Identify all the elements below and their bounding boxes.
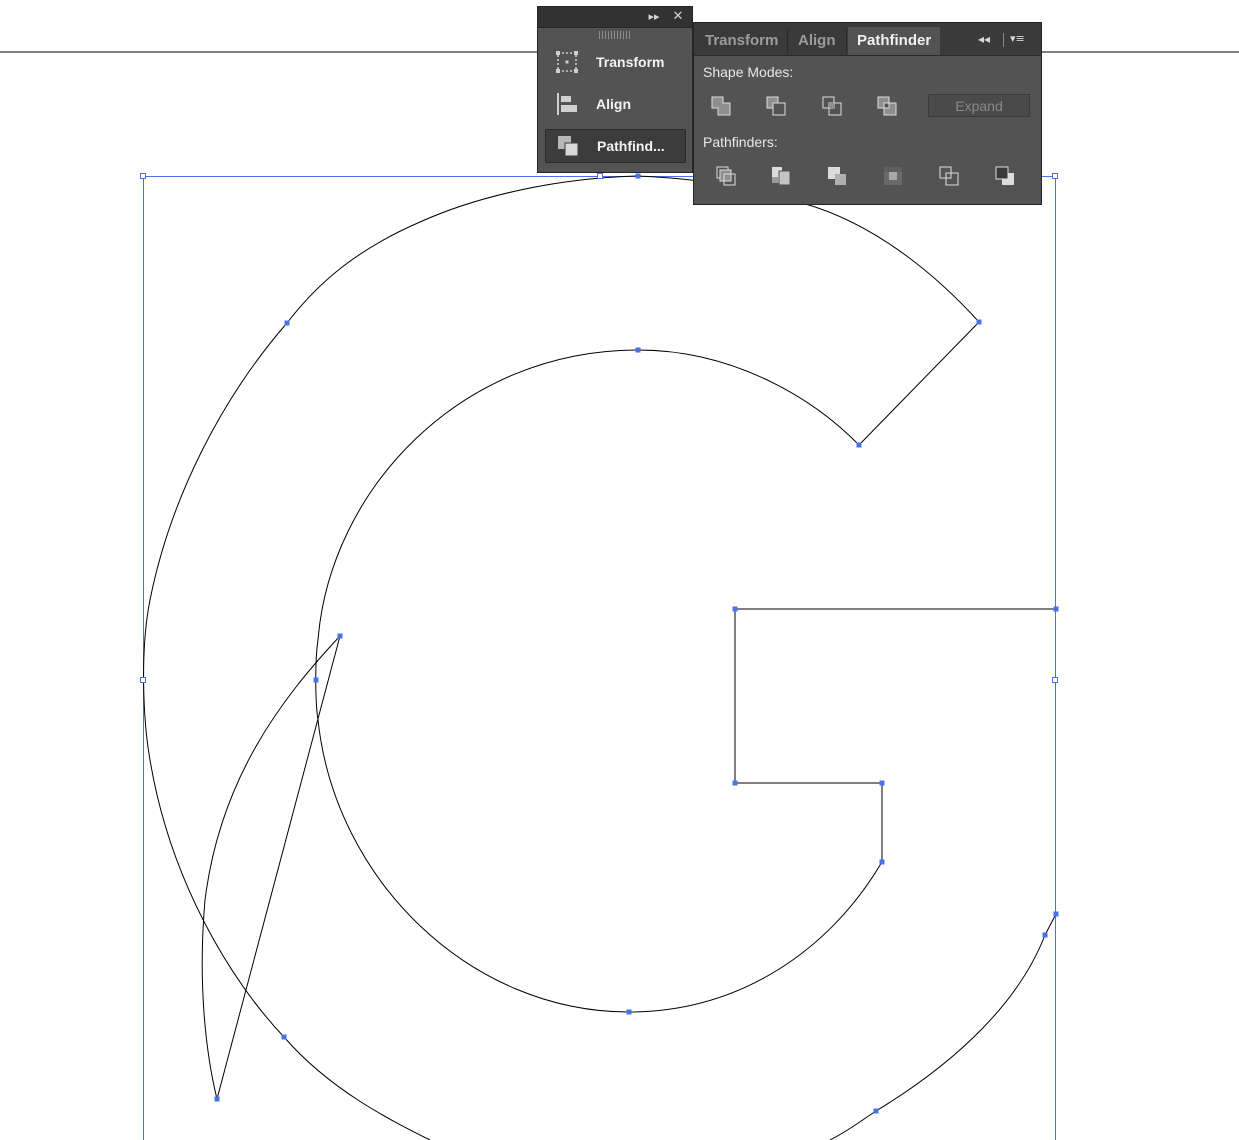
trim-icon [772, 167, 791, 186]
exclude-icon [877, 96, 897, 116]
unite-icon [711, 96, 731, 116]
bbox-handle [1052, 173, 1058, 179]
tab-pathfinder[interactable]: Pathfinder [848, 27, 940, 55]
dock-item-transform[interactable]: Transform [545, 45, 686, 79]
tab-transform[interactable]: Transform [696, 27, 787, 55]
anchor-point [635, 173, 641, 179]
expand-button[interactable]: Expand [928, 94, 1030, 117]
expand-panels-icon[interactable]: ▸▸ [647, 10, 661, 24]
anchor-point [1042, 932, 1048, 938]
dock-item-label: Pathfind... [597, 138, 665, 154]
dock-item-label: Align [596, 96, 631, 112]
anchor-point [732, 606, 738, 612]
crop-icon [884, 167, 902, 185]
pathfinders-label: Pathfinders: [703, 134, 778, 150]
intersect-icon [822, 96, 842, 116]
anchor-point [281, 1034, 287, 1040]
shape-modes-label: Shape Modes: [703, 64, 794, 80]
merge-icon [828, 167, 846, 185]
letter-g-outer-bottom-right[interactable] [829, 913, 1057, 1140]
bbox-handle [140, 677, 146, 683]
letter-g-outer-path[interactable] [143, 175, 980, 1140]
anchor-point [732, 780, 738, 786]
minus-back-icon [995, 166, 1014, 185]
dock-titlebar[interactable]: ▸▸ ✕ [538, 7, 692, 28]
anchor-point [635, 347, 641, 353]
trim-button[interactable] [768, 164, 794, 188]
transform-icon [555, 50, 579, 74]
anchor-point [879, 780, 885, 786]
dock-item-pathfinder[interactable]: Pathfind... [545, 129, 686, 163]
minus-front-button[interactable] [763, 94, 789, 118]
dock-item-label: Transform [596, 54, 665, 70]
bbox-handle [140, 173, 146, 179]
stray-loop-path[interactable] [201, 635, 341, 1100]
anchor-point [1053, 911, 1059, 917]
crop-button[interactable] [880, 164, 906, 188]
anchor-point [976, 319, 982, 325]
dock-item-align[interactable]: Align [545, 87, 686, 121]
anchor-points[interactable] [214, 173, 1059, 1114]
bbox-handle [597, 173, 603, 179]
anchor-point [879, 859, 885, 865]
bounding-box-handles[interactable] [140, 173, 1058, 683]
close-icon[interactable]: ✕ [671, 10, 685, 24]
outline-icon [939, 166, 959, 186]
pathfinder-panel[interactable]: Transform Align Pathfinder ◂◂ ▾≡ Shape M… [693, 22, 1042, 205]
pathfinder-icon [556, 134, 580, 158]
outline-button[interactable] [936, 164, 962, 188]
collapsed-panel-dock[interactable]: ▸▸ ✕ Transform Align Pathfind... [537, 6, 693, 173]
exclude-button[interactable] [874, 94, 900, 118]
bbox-handle [1052, 677, 1058, 683]
panel-menu-icon[interactable]: ▾≡ [1010, 32, 1025, 46]
anchor-point [214, 1096, 220, 1102]
anchor-point [313, 677, 319, 683]
collapse-panel-icon[interactable]: ◂◂ [978, 32, 990, 46]
anchor-point [856, 442, 862, 448]
anchor-point [1053, 606, 1059, 612]
divide-icon [716, 166, 736, 186]
anchor-point [873, 1108, 879, 1114]
merge-button[interactable] [824, 164, 850, 188]
align-icon [555, 92, 579, 116]
tab-separator [787, 29, 788, 53]
letter-g-inner-path[interactable] [315, 349, 1056, 1013]
intersect-button[interactable] [819, 94, 845, 118]
selection-bounding-box[interactable] [143, 176, 1056, 1140]
divide-button[interactable] [713, 164, 739, 188]
panel-tab-bar[interactable]: Transform Align Pathfinder ◂◂ ▾≡ [694, 23, 1041, 56]
menu-separator [1003, 33, 1004, 47]
anchor-point [626, 1009, 632, 1015]
letter-g-notch-edge[interactable] [858, 321, 980, 446]
minus-back-button[interactable] [992, 164, 1018, 188]
anchor-point [284, 320, 290, 326]
unite-button[interactable] [708, 94, 734, 118]
tab-align[interactable]: Align [789, 27, 845, 55]
minus-front-icon [766, 96, 786, 116]
tab-separator [846, 29, 847, 53]
grip-handle[interactable] [599, 31, 631, 39]
anchor-point [337, 633, 343, 639]
